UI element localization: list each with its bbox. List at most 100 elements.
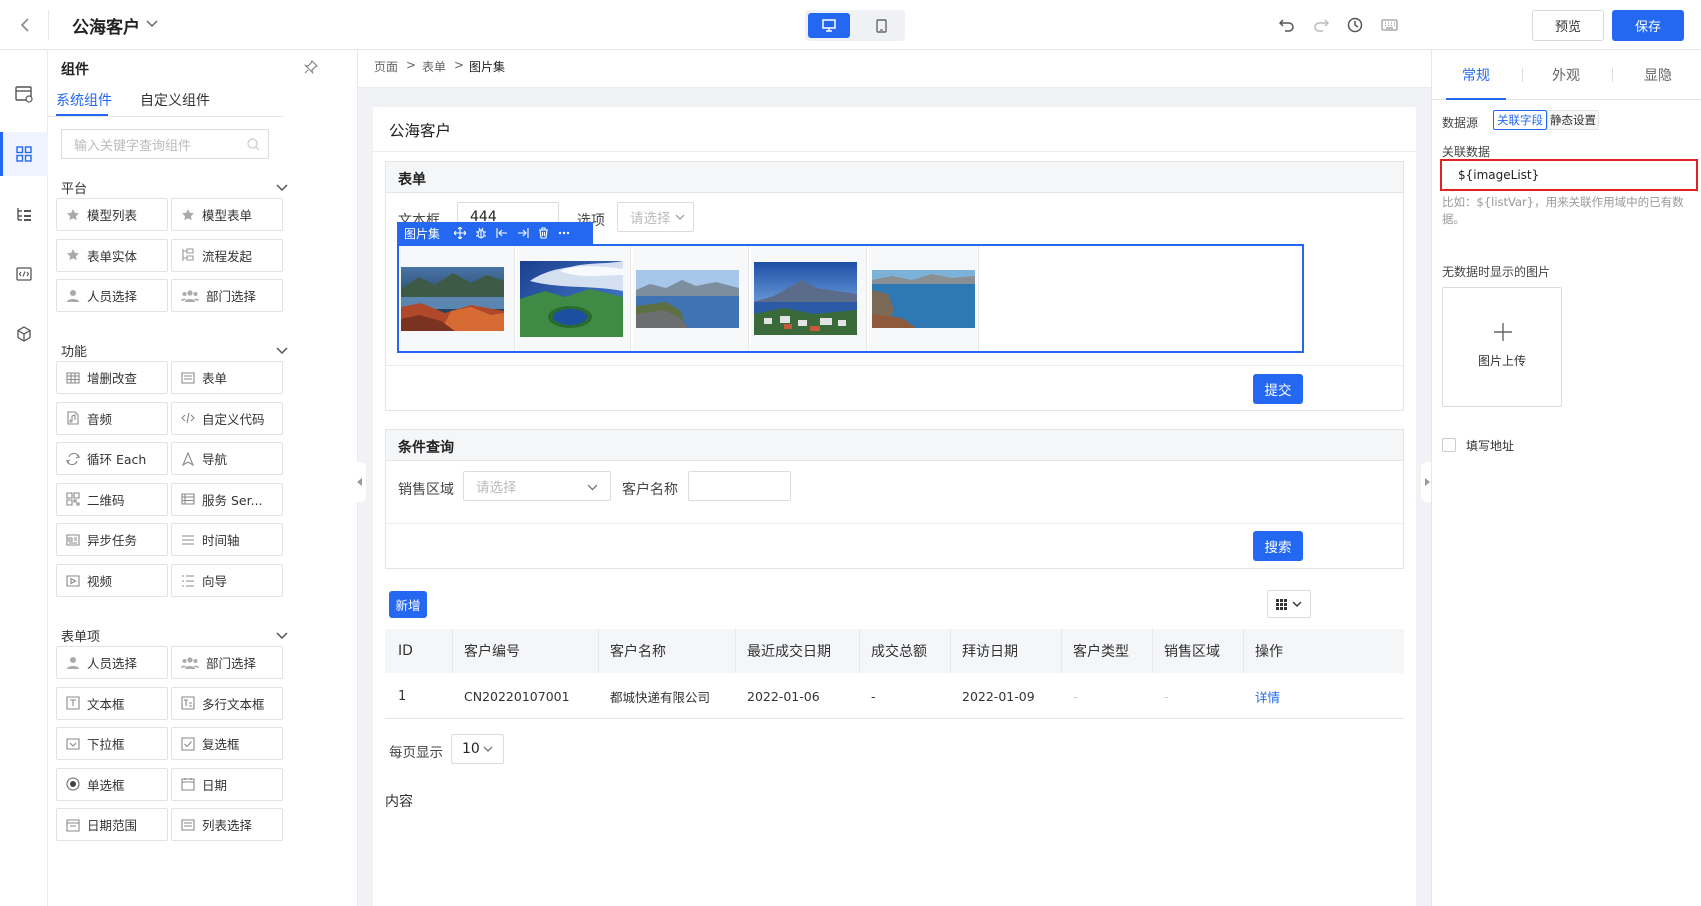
datasource-option-field[interactable]: 关联字段 <box>1493 110 1547 130</box>
table-icon <box>66 371 87 385</box>
keyboard-icon[interactable] <box>1380 16 1398 34</box>
component-item[interactable]: 时间轴 <box>171 523 283 557</box>
component-item[interactable]: 音频 <box>56 401 168 435</box>
component-item[interactable]: 循环 Each <box>56 442 168 476</box>
query-card: 条件查询 销售区域 请选择 客户名称 搜索 <box>385 429 1404 569</box>
pin-icon[interactable] <box>302 58 320 76</box>
region-placeholder: 请选择 <box>476 480 517 496</box>
component-item-label: 日期范围 <box>87 818 138 834</box>
gallery-item[interactable] <box>633 246 749 351</box>
component-item[interactable]: 表单实体 <box>56 238 168 272</box>
customer-name-input[interactable] <box>688 471 791 501</box>
component-item[interactable]: 自定义代码 <box>171 401 283 435</box>
tab-system-components[interactable]: 系统组件 <box>56 90 112 110</box>
component-item-label: 文本框 <box>87 696 125 712</box>
component-item[interactable]: 部门选择 <box>171 646 283 679</box>
component-item-label: 人员选择 <box>87 656 138 671</box>
component-item[interactable]: 日期 <box>171 767 283 801</box>
more-icon[interactable] <box>558 231 570 235</box>
table-row: 1 CN20220107001 都城快递有限公司 2022-01-06 - 2022-01… <box>385 673 1404 719</box>
component-item[interactable]: 二维码 <box>56 482 168 516</box>
undo-icon[interactable] <box>1278 16 1296 34</box>
gallery-item[interactable] <box>869 246 979 351</box>
component-item[interactable]: 下拉框 <box>56 727 168 761</box>
component-item[interactable]: 增删改查 <box>56 361 168 394</box>
component-item[interactable]: 模型表单 <box>171 198 283 231</box>
move-icon[interactable] <box>454 227 467 239</box>
gallery-item[interactable] <box>517 246 631 351</box>
option-select[interactable]: 请选择 <box>617 202 694 232</box>
add-button[interactable]: 新增 <box>389 591 427 618</box>
component-item[interactable]: 表单 <box>171 361 283 394</box>
chevron-down-icon[interactable] <box>276 629 290 643</box>
tablet-icon <box>875 18 887 33</box>
component-item[interactable]: 复选框 <box>171 727 283 761</box>
column-divider <box>1243 629 1244 673</box>
desktop-view-button[interactable] <box>808 13 850 38</box>
left-rail <box>0 50 48 906</box>
component-item[interactable]: 单选框 <box>56 767 168 801</box>
component-item[interactable]: 异步任务 <box>56 523 168 557</box>
mobile-view-button[interactable] <box>860 13 902 38</box>
save-button[interactable]: 保存 <box>1612 10 1684 41</box>
redo-icon[interactable] <box>1312 16 1330 34</box>
code-editor-icon[interactable] <box>0 252 48 296</box>
table-cell: 都城快递有限公司 <box>610 689 711 705</box>
fill-url-checkbox[interactable] <box>1442 438 1456 452</box>
tab-visibility[interactable]: 显隐 <box>1628 50 1688 100</box>
component-item[interactable]: 部门选择 <box>171 279 283 313</box>
page-size-select[interactable]: 10 <box>451 734 504 764</box>
cube-icon[interactable] <box>0 312 48 356</box>
region-select[interactable]: 请选择 <box>463 471 611 501</box>
component-item[interactable]: 服务 Ser... <box>171 482 283 516</box>
chevron-down-icon[interactable] <box>276 344 290 358</box>
component-item-label: 异步任务 <box>87 533 138 549</box>
back-arrow-icon[interactable] <box>16 16 34 34</box>
component-item[interactable]: 流程发起 <box>171 238 283 272</box>
outline-tree-icon[interactable] <box>0 192 48 236</box>
breadcrumb-item-page[interactable]: 页面 <box>374 58 398 75</box>
move-left-icon[interactable] <box>496 227 508 239</box>
tab-general[interactable]: 常规 <box>1446 50 1506 100</box>
component-item[interactable]: 人员选择 <box>56 279 168 313</box>
image-upload-box[interactable]: 图片上传 <box>1442 287 1562 407</box>
component-item[interactable]: 导航 <box>171 442 283 476</box>
submit-button[interactable]: 提交 <box>1253 374 1303 404</box>
move-right-icon[interactable] <box>517 227 529 239</box>
preview-button[interactable]: 预览 <box>1532 10 1604 41</box>
gallery-item[interactable] <box>399 246 515 351</box>
table-column-header: 拜访日期 <box>962 644 1018 660</box>
component-item[interactable]: 文本框 <box>56 686 168 720</box>
history-clock-icon[interactable] <box>1346 16 1364 34</box>
breadcrumb-item-form[interactable]: 表单 <box>422 58 446 75</box>
related-data-input[interactable]: ${imageList} <box>1440 159 1698 191</box>
component-item[interactable]: 人员选择 <box>56 646 168 679</box>
components-grid-icon[interactable] <box>0 132 48 176</box>
chevron-down-icon[interactable] <box>144 16 160 32</box>
component-item[interactable]: 视频 <box>56 564 168 597</box>
page-manage-icon[interactable] <box>0 72 48 116</box>
tab-appearance[interactable]: 外观 <box>1536 50 1596 100</box>
component-item[interactable]: 列表选择 <box>171 808 283 842</box>
component-item[interactable]: 多行文本框 <box>171 686 283 720</box>
table-cell: 1 <box>398 688 407 704</box>
component-item-label: 部门选择 <box>206 656 257 671</box>
component-item[interactable]: 模型列表 <box>56 198 168 231</box>
column-toggle-button[interactable] <box>1267 590 1311 618</box>
component-search-input[interactable]: 输入关键字查询组件 <box>61 129 269 159</box>
bug-icon[interactable] <box>475 227 487 239</box>
design-canvas: 页面 > 表单 > 图片集 公海客户 表单 文本框 444 选项 请选择 图片集 <box>354 50 1433 906</box>
divider <box>1522 68 1523 82</box>
component-item[interactable]: 日期范围 <box>56 808 168 842</box>
gallery-item[interactable] <box>751 246 867 351</box>
component-item[interactable]: 向导 <box>171 564 283 597</box>
collapse-left-handle[interactable] <box>354 462 366 502</box>
delete-icon[interactable] <box>538 227 549 239</box>
tab-custom-components[interactable]: 自定义组件 <box>140 90 210 110</box>
chevron-down-icon[interactable] <box>276 181 290 195</box>
search-placeholder: 输入关键字查询组件 <box>74 138 192 154</box>
datasource-option-static[interactable]: 静态设置 <box>1547 110 1599 130</box>
search-button[interactable]: 搜索 <box>1253 531 1303 561</box>
detail-link[interactable]: 详情 <box>1255 673 1280 719</box>
tab-divider <box>48 116 284 117</box>
